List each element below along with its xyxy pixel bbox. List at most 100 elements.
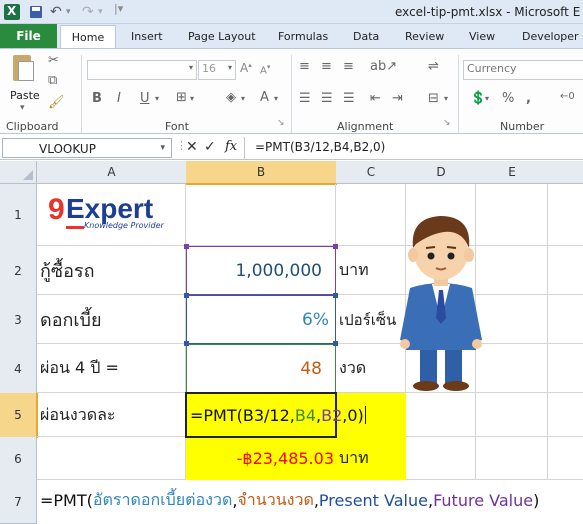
enter-icon[interactable]: ✓	[204, 139, 216, 155]
decrease-indent-icon[interactable]: ⇤	[370, 91, 381, 106]
select-all-button[interactable]	[0, 161, 37, 184]
row-header-7[interactable]: 7	[0, 480, 37, 524]
number-format-value: Currency	[467, 62, 517, 75]
font-size-dropdown-icon[interactable]: ▾	[228, 63, 232, 72]
font-color-dropdown-icon[interactable]: ▾	[274, 94, 278, 103]
formula-input[interactable]: =PMT(B3/12,B4,B2,0)	[255, 140, 385, 154]
row-header-1[interactable]: 1	[0, 184, 37, 247]
merge-dropdown-icon[interactable]: ▾	[444, 94, 448, 103]
bold-icon[interactable]: B	[92, 91, 102, 106]
fill-color-dropdown-icon[interactable]: ▾	[241, 94, 245, 103]
cell-b2[interactable]: 1,000,000	[186, 246, 322, 295]
tab-home[interactable]: Home	[60, 25, 116, 48]
percent-style-icon[interactable]: %	[502, 91, 514, 106]
italic-icon[interactable]: I	[117, 91, 121, 106]
number-format-box[interactable]: Currency	[463, 60, 583, 80]
undo-icon[interactable]: ↶	[50, 4, 66, 20]
accounting-dropdown-icon[interactable]: ▾	[485, 94, 489, 103]
row-header-4[interactable]: 4	[0, 344, 37, 394]
cell-b3[interactable]: 6%	[186, 295, 329, 344]
redo-dropdown-icon[interactable]: ▾	[98, 7, 114, 23]
insert-function-icon[interactable]: fx	[225, 139, 237, 154]
redo-icon[interactable]: ↷	[82, 4, 98, 20]
align-left-icon[interactable]: ☰	[299, 91, 311, 106]
cell-c6[interactable]: บาท	[339, 437, 369, 480]
cell-b6[interactable]: -฿23,485.03	[186, 437, 334, 480]
ref-handle[interactable]	[333, 293, 338, 298]
font-dialog-launcher-icon[interactable]: ↘	[277, 118, 285, 128]
cell-b4[interactable]: 48	[186, 344, 322, 393]
cell-a7[interactable]: =PMT(อัตราดอกเบี้ยต่องวด, จำนวนงวด, Pres…	[40, 480, 539, 520]
cell-c3[interactable]: เปอร์เซ็น	[339, 295, 396, 344]
copy-icon[interactable]: ⧉	[48, 73, 57, 88]
column-header-a[interactable]: A	[37, 161, 187, 184]
fill-color-icon[interactable]: ◈	[226, 90, 236, 105]
align-bottom-icon[interactable]: ≡	[343, 59, 354, 74]
name-box-dropdown-icon[interactable]: ▾	[160, 143, 165, 153]
group-label-clipboard: Clipboard	[6, 120, 59, 133]
paste-dropdown-icon[interactable]: ▾	[20, 103, 25, 113]
paste-button[interactable]	[10, 53, 36, 87]
align-top-icon[interactable]: ≡	[299, 59, 310, 74]
cell-a5[interactable]: ผ่อนงวดละ	[40, 393, 116, 437]
cancel-icon[interactable]: ✕	[186, 139, 198, 155]
cell-b5-formula[interactable]: =PMT(B3/12, B4, B2,0)	[190, 393, 366, 437]
cell-c2[interactable]: บาท	[339, 246, 369, 295]
column-header-b[interactable]: B	[186, 161, 337, 185]
cut-icon[interactable]: ✂	[48, 53, 59, 68]
ref-handle[interactable]	[333, 341, 338, 346]
align-center-icon[interactable]: ☰	[321, 91, 333, 106]
column-header-e[interactable]: E	[476, 161, 549, 184]
tab-formulas[interactable]: Formulas	[278, 30, 328, 43]
row-header-3[interactable]: 3	[0, 295, 37, 345]
align-right-icon[interactable]: ☰	[343, 91, 355, 106]
name-box[interactable]: VLOOKUP ▾	[2, 138, 172, 158]
underline-icon[interactable]: U	[140, 91, 150, 106]
orientation-icon[interactable]: ab↗	[370, 59, 397, 74]
tab-developer[interactable]: Developer	[522, 30, 579, 43]
column-header-c[interactable]: C	[336, 161, 407, 184]
accounting-format-icon[interactable]: 💲	[470, 91, 486, 106]
borders-dropdown-icon[interactable]: ▾	[190, 94, 194, 103]
font-name-dropdown-icon[interactable]: ▾	[189, 63, 193, 72]
font-size-box[interactable]: 16 ▾	[198, 60, 236, 80]
text-cursor	[364, 406, 366, 424]
cell-a3[interactable]: ดอกเบี้ย	[40, 295, 102, 344]
format-painter-icon[interactable]: 🖌	[48, 95, 65, 110]
undo-dropdown-icon[interactable]: ▾	[66, 7, 82, 23]
wrap-text-icon[interactable]: ⇌	[428, 59, 439, 74]
tab-data[interactable]: Data	[353, 30, 379, 43]
underline-dropdown-icon[interactable]: ▾	[155, 94, 159, 103]
comma-style-icon[interactable]: ,	[526, 91, 531, 106]
align-middle-icon[interactable]: ≡	[321, 59, 332, 74]
tab-view[interactable]: View	[469, 30, 495, 43]
formula-ref-b2: B2	[321, 405, 343, 425]
font-color-icon[interactable]: A	[260, 90, 269, 105]
tab-page-layout[interactable]: Page Layout	[188, 30, 256, 43]
save-icon[interactable]	[28, 4, 44, 20]
tab-insert[interactable]: Insert	[131, 30, 163, 43]
row-header-5[interactable]: 5	[0, 393, 38, 438]
tab-review[interactable]: Review	[405, 30, 444, 43]
grow-font-icon[interactable]: A▴	[240, 61, 252, 75]
borders-icon[interactable]: ⊞	[176, 90, 187, 105]
ref-handle[interactable]	[333, 244, 338, 249]
merge-center-icon[interactable]: ⊟	[428, 91, 439, 106]
cell-a2[interactable]: กู้ซื้อรถ	[40, 246, 95, 295]
column-header-f[interactable]	[548, 161, 583, 184]
name-box-value: VLOOKUP	[39, 142, 96, 156]
tab-file[interactable]: File	[0, 24, 57, 48]
cell-c4[interactable]: งวด	[339, 344, 366, 393]
ribbon-separator	[458, 55, 459, 133]
customize-qat-icon[interactable]: |▾	[114, 2, 130, 18]
cell-a4[interactable]: ผ่อน 4 ปี =	[40, 344, 119, 393]
row-header-2[interactable]: 2	[0, 246, 37, 296]
font-name-box[interactable]: ▾	[87, 60, 197, 80]
increase-decimal-icon[interactable]: ←0	[560, 91, 575, 102]
ribbon-separator	[81, 55, 82, 133]
increase-indent-icon[interactable]: ⇥	[392, 91, 403, 106]
column-header-d[interactable]: D	[406, 161, 477, 184]
shrink-font-icon[interactable]: A▾	[260, 63, 270, 76]
alignment-dialog-launcher-icon[interactable]: ↘	[443, 118, 451, 128]
row-header-6[interactable]: 6	[0, 437, 37, 481]
